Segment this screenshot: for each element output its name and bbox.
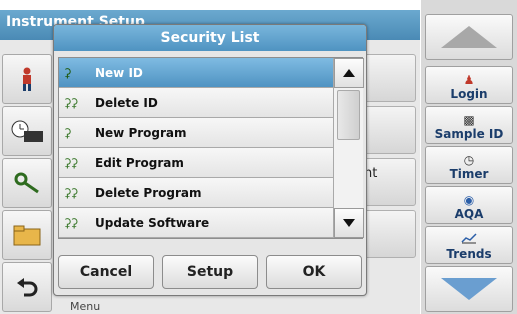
double-key-icon: ⚳⚳: [63, 215, 79, 230]
dialog-title: Security List: [54, 25, 366, 51]
setup-button[interactable]: Setup: [162, 255, 258, 289]
timer-button[interactable]: ◷ Timer: [425, 146, 513, 184]
security-list: ⚳ New ID ⚳⚳ Delete ID ⚳ New Program ⚳⚳ E…: [58, 57, 364, 239]
aqa-button[interactable]: ◉ AQA: [425, 186, 513, 224]
list-scrollbar[interactable]: [333, 58, 364, 238]
down-arrow-icon: [441, 278, 497, 300]
up-arrow-icon: [441, 26, 497, 48]
up-arrow-icon: [343, 69, 355, 77]
trends-icon: [461, 232, 477, 247]
sample-icon: ▩: [463, 113, 475, 127]
sample-id-button[interactable]: ▩ Sample ID: [425, 106, 513, 144]
scroll-down-button[interactable]: [334, 208, 364, 238]
down-arrow-icon: [343, 219, 355, 227]
cancel-button[interactable]: Cancel: [58, 255, 154, 289]
key-icon: ⚳: [63, 65, 72, 80]
trends-button[interactable]: Trends: [425, 226, 513, 264]
person-icon[interactable]: [2, 54, 52, 104]
key-icon: ⚳: [63, 125, 72, 140]
clock-keyboard-icon[interactable]: [2, 106, 52, 156]
key-icon[interactable]: [2, 158, 52, 208]
login-button[interactable]: ♟ Login: [425, 66, 513, 104]
person-icon: ♟: [463, 73, 475, 87]
double-key-icon: ⚳⚳: [63, 95, 79, 110]
scroll-up-button[interactable]: [425, 14, 513, 60]
list-item[interactable]: ⚳⚳ Delete Program: [59, 178, 333, 208]
list-item[interactable]: ⚳ New Program: [59, 118, 333, 148]
list-item[interactable]: ⚳⚳ Edit Program: [59, 148, 333, 178]
menu-label: Menu: [70, 300, 101, 313]
back-icon[interactable]: [2, 262, 52, 312]
security-list-dialog: Security List ⚳ New ID ⚳⚳ Delete ID ⚳ Ne…: [53, 24, 367, 296]
double-key-icon: ⚳⚳: [63, 185, 79, 200]
scroll-up-button[interactable]: [334, 58, 364, 88]
list-item[interactable]: ⚳⚳ Update Software: [59, 208, 333, 238]
scroll-down-button[interactable]: [425, 266, 513, 312]
right-panel: ♟ Login ▩ Sample ID ◷ Timer ◉ AQA Trends: [421, 0, 517, 314]
aqa-icon: ◉: [463, 193, 475, 207]
scrollbar-thumb[interactable]: [337, 90, 360, 140]
list-item[interactable]: ⚳ New ID: [59, 58, 333, 88]
double-key-icon: ⚳⚳: [63, 155, 79, 170]
folder-icon[interactable]: [2, 210, 52, 260]
ok-button[interactable]: OK: [266, 255, 362, 289]
timer-icon: ◷: [463, 153, 475, 167]
list-item[interactable]: ⚳⚳ Delete ID: [59, 88, 333, 118]
